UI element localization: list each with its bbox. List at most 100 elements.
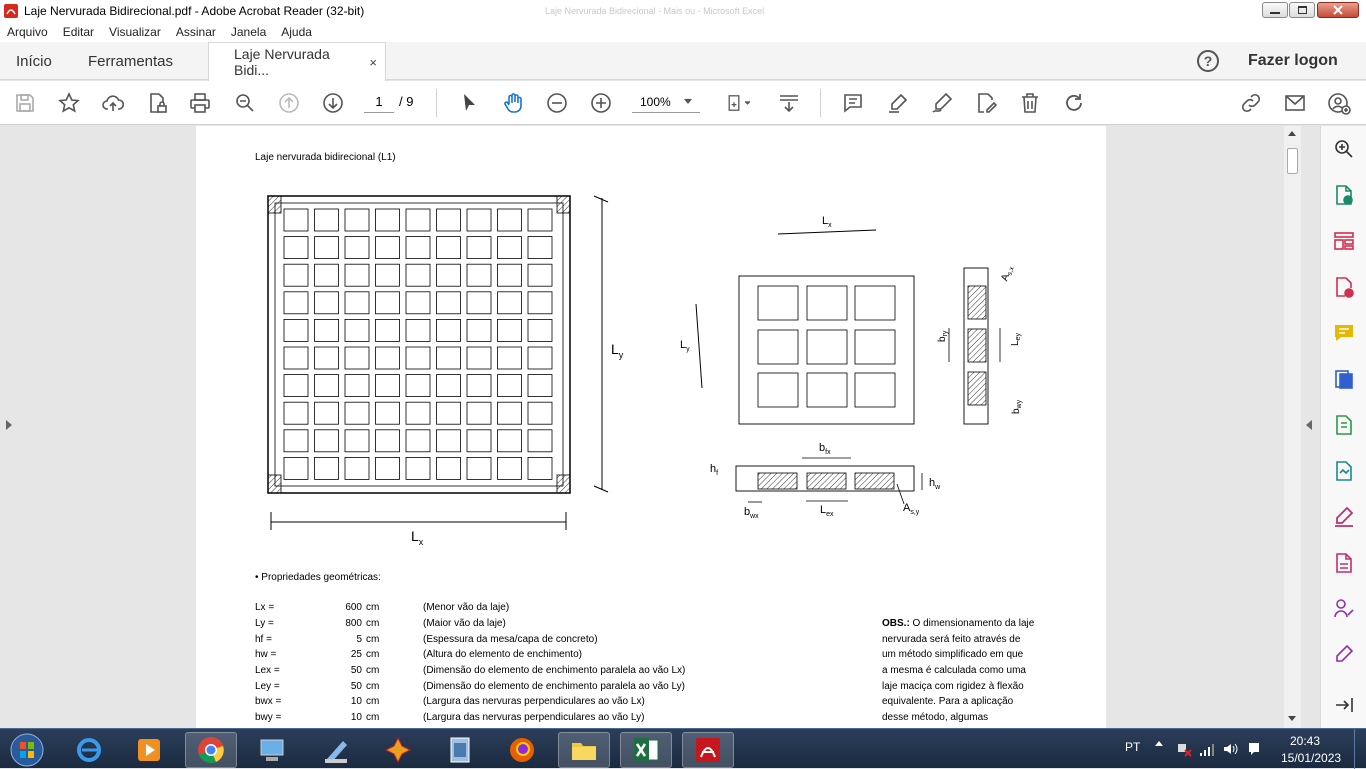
show-desktop-button[interactable] <box>1354 729 1366 769</box>
file-lock-icon[interactable] <box>143 89 171 117</box>
star-bookmark-icon[interactable] <box>55 89 83 117</box>
scroll-mode-icon[interactable] <box>775 89 803 117</box>
select-cursor-icon[interactable] <box>455 89 483 117</box>
file-explorer-icon[interactable] <box>558 732 610 768</box>
media-player-icon[interactable] <box>123 732 175 768</box>
menu-ajuda[interactable]: Ajuda <box>274 25 320 39</box>
edit-pdf-icon[interactable] <box>972 89 1000 117</box>
slab-void-cell <box>527 208 553 232</box>
zoom-out-icon[interactable] <box>543 89 571 117</box>
compress-pdf-icon[interactable] <box>1331 412 1357 438</box>
edit-document-icon[interactable] <box>1331 550 1357 576</box>
comment-panel-icon[interactable] <box>1331 320 1357 346</box>
detail-label-bfx: bfx <box>819 442 831 456</box>
show-hidden-icons-icon[interactable] <box>1155 741 1163 746</box>
menu-arquivo[interactable]: Arquivo <box>0 25 56 39</box>
next-page-icon[interactable] <box>319 89 347 117</box>
detail-label-asy: As,y <box>903 502 920 516</box>
save-icon[interactable] <box>11 89 39 117</box>
scan-ocr-icon[interactable] <box>1331 458 1357 484</box>
page-fit-icon[interactable] <box>720 89 756 117</box>
print-icon[interactable] <box>186 89 214 117</box>
chrome-icon[interactable] <box>185 732 237 768</box>
prop-value: 50 <box>350 665 362 676</box>
internet-explorer-icon[interactable] <box>63 732 115 768</box>
share-link-icon[interactable] <box>1237 89 1265 117</box>
right-panel-toggle-icon[interactable] <box>1306 420 1312 430</box>
export-pdf-icon[interactable] <box>1331 182 1357 208</box>
request-signature-icon[interactable] <box>1331 596 1357 622</box>
slab-void-cell <box>375 346 400 370</box>
highlight-pen-icon[interactable] <box>884 89 912 117</box>
vertical-scrollbar[interactable] <box>1284 126 1301 728</box>
close-window-button[interactable] <box>1317 2 1359 18</box>
network-error-icon[interactable] <box>1176 741 1192 760</box>
computer-icon[interactable] <box>246 732 298 768</box>
previous-page-icon[interactable] <box>275 89 303 117</box>
volume-icon[interactable] <box>1222 741 1238 760</box>
excel-icon[interactable] <box>620 732 672 768</box>
help-button[interactable]: ? <box>1197 50 1219 72</box>
menu-editar[interactable]: Editar <box>56 25 102 39</box>
hand-tool-icon[interactable] <box>499 89 527 117</box>
scroll-down-icon[interactable] <box>1288 716 1296 721</box>
clock-date[interactable]: 15/01/2023 <box>1281 751 1341 765</box>
slab-void-cell <box>527 291 553 315</box>
firefox-icon[interactable] <box>496 732 548 768</box>
toolbar-divider <box>820 89 821 117</box>
obs-text: O dimensionamento da laje <box>909 618 1035 629</box>
detail-label-asx: As,x <box>999 264 1016 283</box>
slab-void-cell <box>405 263 431 287</box>
email-icon[interactable] <box>1281 89 1309 117</box>
slab-void-cell <box>497 374 522 398</box>
fill-sign-icon[interactable] <box>1331 504 1357 530</box>
slab-void-cell <box>283 318 309 342</box>
minimize-button[interactable] <box>1262 2 1288 18</box>
slab-void-cell <box>466 291 492 315</box>
slab-void-cell <box>344 346 370 370</box>
game-icon[interactable] <box>372 732 424 768</box>
scroll-up-icon[interactable] <box>1288 131 1296 136</box>
acrobat-reader-icon[interactable] <box>682 732 734 768</box>
zoom-search-panel-icon[interactable] <box>1331 136 1357 162</box>
menu-janela[interactable]: Janela <box>224 25 274 39</box>
clock-time[interactable]: 20:43 <box>1290 734 1320 748</box>
tab-ferramentas[interactable]: Ferramentas <box>88 42 173 80</box>
scroll-thumb[interactable] <box>1287 148 1298 174</box>
collapse-panel-icon[interactable] <box>1331 692 1357 718</box>
page-number-input[interactable]: 1 <box>364 91 394 113</box>
zoom-in-icon[interactable] <box>587 89 615 117</box>
slab-void-cell <box>283 236 309 259</box>
windows-start-button[interactable] <box>2 732 52 768</box>
draw-sign-icon[interactable] <box>928 89 956 117</box>
tab-document[interactable]: Laje Nervurada Bidi... × <box>208 42 386 81</box>
prop-desc: (Altura do elemento de enchimento) <box>423 649 582 660</box>
create-pdf-icon[interactable] <box>1331 274 1357 300</box>
tab-inicio[interactable]: Início <box>16 42 52 80</box>
zoom-search-icon[interactable] <box>231 89 259 117</box>
slab-void-cell <box>283 429 309 453</box>
add-user-icon[interactable] <box>1325 89 1353 117</box>
upload-cloud-icon[interactable] <box>99 89 127 117</box>
video-file-icon[interactable] <box>434 732 486 768</box>
rotate-redo-icon[interactable] <box>1060 89 1088 117</box>
slab-void-cell <box>436 429 461 453</box>
slab-void-cell <box>527 429 553 453</box>
language-indicator[interactable]: PT <box>1125 740 1140 754</box>
combine-files-icon[interactable] <box>1331 366 1357 392</box>
comment-icon[interactable] <box>839 89 867 117</box>
scanner-app-icon[interactable] <box>310 732 362 768</box>
delete-trash-icon[interactable] <box>1016 89 1044 117</box>
menu-visualizar[interactable]: Visualizar <box>102 25 169 39</box>
tab-close-button[interactable]: × <box>369 55 377 70</box>
slab-void-cell <box>466 263 492 287</box>
left-panel-toggle-icon[interactable] <box>6 420 12 430</box>
signal-strength-icon[interactable] <box>1199 741 1215 760</box>
menu-assinar[interactable]: Assinar <box>169 25 224 39</box>
more-tools-icon[interactable] <box>1331 642 1357 668</box>
action-center-icon[interactable] <box>1246 741 1262 760</box>
zoom-level-select[interactable]: 100% <box>632 91 700 113</box>
login-button[interactable]: Fazer logon <box>1248 52 1338 70</box>
organize-pages-icon[interactable] <box>1331 228 1357 254</box>
maximize-button[interactable] <box>1289 2 1315 18</box>
